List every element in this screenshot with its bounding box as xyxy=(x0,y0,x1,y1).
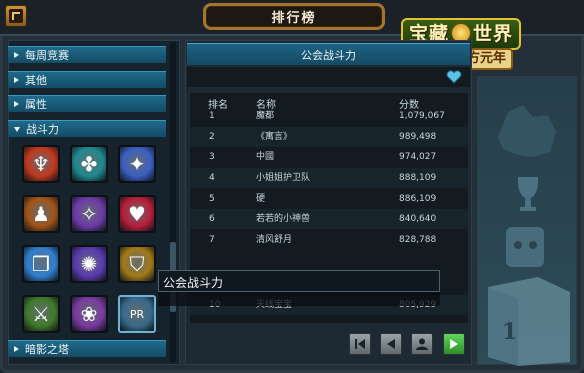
sidebar-scrollbar[interactable] xyxy=(170,42,176,362)
logo-main-right: 世界 xyxy=(473,23,514,45)
category-label: 属性 xyxy=(25,98,47,111)
collapse-arrow-icon xyxy=(14,126,20,132)
score-cell: 840,640 xyxy=(399,214,437,224)
tooltip-text: 公会战斗力 xyxy=(163,276,224,290)
expand-arrow-icon xyxy=(14,77,19,83)
skill-glyph: ✦ xyxy=(128,152,146,176)
expand-arrow-icon xyxy=(14,52,19,58)
star-burst-skill-icon[interactable]: ✧ xyxy=(70,195,108,233)
category-shadow-tower[interactable]: 暗影之塔 xyxy=(8,340,166,357)
lightning-skill-icon[interactable]: ✦ xyxy=(118,145,156,183)
clover-skill-icon[interactable]: ✤ xyxy=(70,145,108,183)
pr-badge-skill-icon[interactable]: PR xyxy=(118,295,156,333)
rank-cell: 6 xyxy=(209,214,215,224)
page-title: 排行榜 xyxy=(271,11,317,26)
name-cell: 《寓言》 xyxy=(256,132,293,142)
expand-arrow-icon xyxy=(14,346,19,352)
name-cell: 魔都 xyxy=(256,111,275,121)
skill-glyph: ♟ xyxy=(32,202,50,226)
heart-gem-skill-icon[interactable]: ♥ xyxy=(118,195,156,233)
rank-cell: 5 xyxy=(209,194,215,204)
vortex-skill-icon[interactable]: ✺ xyxy=(70,245,108,283)
skill-glyph: PR xyxy=(129,307,145,321)
category-label: 暗影之塔 xyxy=(25,343,69,356)
score-cell: 886,109 xyxy=(399,194,437,204)
previous-icon xyxy=(387,339,395,349)
ice-cube-skill-icon[interactable]: ❒ xyxy=(22,245,60,283)
user-icon xyxy=(416,338,428,350)
score-cell: 989,498 xyxy=(399,132,437,142)
name-cell: 若若的小神兽 xyxy=(256,214,311,224)
category-other[interactable]: 其他 xyxy=(8,71,166,88)
expand-arrow-icon xyxy=(14,101,19,107)
rank-cell: 7 xyxy=(209,235,215,245)
score-cell: 828,788 xyxy=(399,235,437,245)
my-rank-button[interactable] xyxy=(411,333,433,355)
name-cell: 小姐姐护卫队 xyxy=(256,173,311,183)
skill-glyph: ♥ xyxy=(128,202,146,226)
skill-glyph: ❀ xyxy=(80,302,98,326)
title-plate: 排行榜 xyxy=(203,3,385,30)
rank-cell: 2 xyxy=(209,132,215,142)
rank-cell: 1 xyxy=(209,111,215,121)
tooltip: 公会战斗力 xyxy=(158,270,440,292)
category-label: 每周竞赛 xyxy=(25,49,69,62)
warrior-skill-icon[interactable]: ♆ xyxy=(22,145,60,183)
back-arrow-icon xyxy=(9,9,23,23)
name-cell: 清风舒月 xyxy=(256,235,293,245)
svg-text:1: 1 xyxy=(502,319,517,345)
next-page-button[interactable] xyxy=(443,333,465,355)
skill-glyph: ⚔ xyxy=(32,302,50,326)
score-cell: 888,109 xyxy=(399,173,437,183)
skill-glyph: ⛉ xyxy=(129,252,145,276)
crossed-swords-skill-icon[interactable]: ⚔ xyxy=(22,295,60,333)
score-cell: 974,027 xyxy=(399,152,437,162)
shield-skill-icon[interactable]: ⛉ xyxy=(118,245,156,283)
claw-skill-icon[interactable]: ❀ xyxy=(70,295,108,333)
ranking-header: 公会战斗力 xyxy=(187,43,470,65)
category-label: 战斗力 xyxy=(26,123,59,136)
next-icon xyxy=(450,339,458,349)
skill-glyph: ✧ xyxy=(80,202,98,226)
score-cell: 1,079,067 xyxy=(399,111,445,121)
name-cell: 中國 xyxy=(256,152,275,162)
trophy-pedestal-icon: 1 xyxy=(488,105,570,366)
skip-first-icon xyxy=(355,339,365,349)
name-cell: 硬 xyxy=(256,194,266,204)
category-combat-power[interactable]: 战斗力 xyxy=(8,120,166,137)
skill-glyph: ❒ xyxy=(32,252,50,276)
back-button[interactable] xyxy=(5,5,27,27)
previous-page-button[interactable] xyxy=(380,333,402,355)
first-page-button[interactable] xyxy=(349,333,371,355)
category-weekly[interactable]: 每周竞赛 xyxy=(8,46,166,63)
category-attributes[interactable]: 属性 xyxy=(8,95,166,112)
tooltip-shadow xyxy=(158,292,440,306)
skill-glyph: ✤ xyxy=(80,152,98,176)
hooded-figure-skill-icon[interactable]: ♟ xyxy=(22,195,60,233)
ranking-title: 公会战斗力 xyxy=(301,48,356,62)
skill-glyph: ✺ xyxy=(80,252,98,276)
heart-icon[interactable] xyxy=(446,70,462,84)
favorite-bar xyxy=(187,67,470,87)
rank-cell: 4 xyxy=(209,173,215,183)
category-label: 其他 xyxy=(25,74,47,87)
rank-cell: 3 xyxy=(209,152,215,162)
skill-glyph: ♆ xyxy=(32,152,50,176)
trophy-panel: 1 xyxy=(477,76,577,366)
